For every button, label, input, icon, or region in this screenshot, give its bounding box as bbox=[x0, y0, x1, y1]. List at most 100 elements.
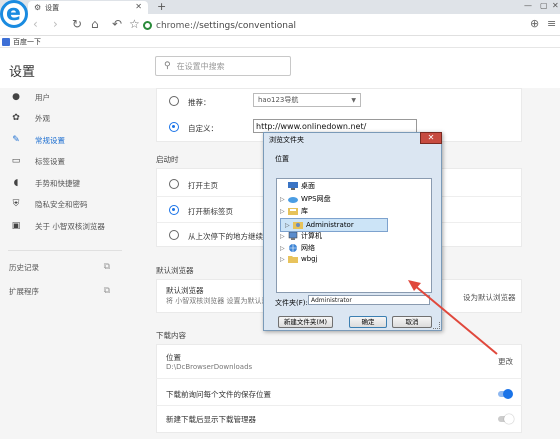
arrow-line bbox=[413, 284, 498, 355]
tree-item-label: 库 bbox=[301, 207, 308, 215]
expand-icon[interactable]: ▷ bbox=[280, 256, 288, 263]
show-download-manager-toggle[interactable] bbox=[498, 414, 514, 424]
startup-option-label: 打开主页 bbox=[188, 181, 218, 190]
expand-icon[interactable]: ▷ bbox=[280, 245, 288, 252]
tree-item-label: wbgj bbox=[301, 255, 318, 263]
tree-item-library[interactable]: ▷ 库 bbox=[280, 206, 308, 216]
ask-save-location-toggle[interactable] bbox=[498, 389, 513, 399]
browser-logo-icon: e bbox=[0, 0, 28, 28]
divider bbox=[156, 405, 522, 406]
sidebar-item-about[interactable]: ▣ 关于 小智双核浏览器 bbox=[0, 216, 130, 236]
sidebar-item-privacy[interactable]: ⛨ 隐私安全和密码 bbox=[0, 194, 130, 214]
tree-item-computer[interactable]: ▷ 计算机 bbox=[280, 231, 322, 241]
mouse-icon: ◖ bbox=[13, 178, 19, 188]
tree-item-desktop[interactable]: 桌面 bbox=[280, 181, 315, 191]
sidebar-item-appearance[interactable]: ✿ 外观 bbox=[0, 108, 130, 128]
expand-icon[interactable]: ▷ bbox=[280, 208, 288, 215]
radio-recommend[interactable] bbox=[169, 96, 179, 106]
dialog-title: 浏览文件夹 bbox=[269, 136, 304, 144]
divider bbox=[156, 378, 522, 379]
baidu-icon bbox=[2, 37, 10, 46]
sidebar-item-general[interactable]: ✎ 常规设置 bbox=[0, 130, 130, 150]
tree-item-wbgj[interactable]: ▷ wbgj bbox=[280, 255, 318, 263]
expand-icon[interactable]: ▷ bbox=[285, 222, 293, 229]
close-tab-icon[interactable]: ✕ bbox=[135, 2, 142, 11]
startup-section-label: 启动时 bbox=[156, 155, 179, 164]
tab-title: 设置 bbox=[45, 3, 60, 12]
startup-option-label: 从上次停下的地方继续 bbox=[188, 232, 263, 241]
radio-open-home[interactable] bbox=[169, 179, 179, 189]
back-icon[interactable]: ‹ bbox=[33, 17, 38, 31]
tree-item-label: WPS网盘 bbox=[301, 195, 331, 203]
sidebar-item-label: 关于 小智双核浏览器 bbox=[35, 221, 105, 231]
startup-option-label: 打开新标签页 bbox=[188, 207, 233, 216]
wrench-icon: ✎ bbox=[12, 135, 20, 145]
url-path: settings/conventional bbox=[199, 20, 296, 31]
external-link-icon: ⧉ bbox=[103, 286, 110, 296]
expand-icon[interactable]: ▷ bbox=[280, 196, 288, 203]
minimize-icon[interactable]: — bbox=[524, 1, 532, 10]
toggle-knob bbox=[503, 389, 513, 399]
radio-continue[interactable] bbox=[169, 230, 179, 240]
reload-icon[interactable]: ↻ bbox=[72, 17, 82, 31]
new-tab-button[interactable]: + bbox=[157, 0, 166, 13]
search-icon: ⚲ bbox=[164, 61, 171, 71]
default-browser-title: 默认浏览器 bbox=[166, 286, 204, 295]
menu-icon[interactable]: ≡ bbox=[547, 17, 556, 30]
tab-settings[interactable]: ⚙ 设置 ✕ bbox=[28, 1, 148, 14]
palette-icon: ✿ bbox=[12, 113, 20, 123]
tree-item-label: Administrator bbox=[306, 221, 354, 229]
external-link-icon: ⧉ bbox=[103, 262, 110, 272]
sidebar-link-history[interactable]: 历史记录 ⧉ bbox=[0, 257, 130, 277]
tree-item-label: 桌面 bbox=[301, 182, 315, 190]
annotation-arrow bbox=[408, 280, 498, 355]
tree-item-administrator[interactable]: ▷ Administrator bbox=[280, 218, 388, 232]
expand-icon[interactable]: ▷ bbox=[280, 233, 288, 240]
toggle-knob bbox=[504, 414, 514, 424]
bookmarks-bar: 百度一下 bbox=[0, 36, 560, 48]
radio-custom[interactable] bbox=[169, 122, 179, 132]
undo-icon[interactable]: ↶ bbox=[112, 17, 122, 31]
sidebar-item-label: 历史记录 bbox=[9, 262, 39, 272]
default-browser-section-label: 默认浏览器 bbox=[156, 266, 194, 275]
home-icon[interactable]: ⌂ bbox=[91, 17, 99, 31]
cloud-drive-icon bbox=[288, 197, 298, 203]
tree-item-network[interactable]: ▷ 网络 bbox=[280, 243, 315, 253]
tree-item-label: 网络 bbox=[301, 244, 315, 252]
bookmark-baidu[interactable]: 百度一下 bbox=[13, 37, 41, 47]
person-icon: ● bbox=[12, 92, 20, 102]
bookmark-star-icon[interactable]: ☆ bbox=[129, 17, 140, 31]
tree-item-wps[interactable]: ▷ WPS网盘 bbox=[280, 194, 331, 204]
maximize-icon[interactable]: ▢ bbox=[540, 1, 548, 10]
download-location-label: 位置 bbox=[166, 353, 181, 362]
sidebar-item-label: 隐私安全和密码 bbox=[35, 199, 88, 209]
desktop-icon bbox=[288, 182, 298, 190]
forward-icon[interactable]: › bbox=[53, 17, 58, 31]
custom-url-input[interactable]: http://www.onlinedown.net/ bbox=[253, 119, 417, 133]
extensions-icon[interactable]: ⊕ bbox=[530, 17, 539, 30]
ok-button[interactable]: 确定 bbox=[349, 316, 387, 328]
tree-item-label: 计算机 bbox=[301, 232, 322, 240]
network-icon bbox=[289, 244, 297, 252]
sidebar-item-gestures[interactable]: ◖ 手势和快捷键 bbox=[0, 173, 130, 193]
settings-search-input[interactable]: ⚲ 在设置中搜索 bbox=[155, 56, 291, 76]
dialog-close-button[interactable]: ✕ bbox=[420, 132, 442, 144]
recommend-select[interactable]: hao123导航 ▼ bbox=[253, 93, 361, 107]
sidebar-link-extensions[interactable]: 扩展程序 ⧉ bbox=[0, 281, 130, 301]
sidebar-item-user[interactable]: ● 用户 bbox=[0, 87, 130, 107]
folder-name-label: 文件夹(F): bbox=[275, 299, 308, 307]
site-icon bbox=[143, 21, 152, 30]
library-icon bbox=[288, 208, 298, 215]
address-bar[interactable]: chrome://settings/conventional bbox=[143, 17, 443, 34]
search-placeholder: 在设置中搜索 bbox=[176, 61, 225, 71]
recommend-label: 推荐： bbox=[188, 98, 211, 107]
new-folder-button[interactable]: 新建文件夹(M) bbox=[278, 316, 333, 328]
radio-new-tab[interactable] bbox=[169, 205, 179, 215]
computer-icon bbox=[288, 232, 298, 240]
chevron-down-icon: ▼ bbox=[351, 96, 356, 104]
sidebar-item-label: 用户 bbox=[35, 92, 50, 102]
default-browser-desc: 将 小智双核浏览器 设置为默认浏览 bbox=[166, 297, 276, 305]
close-window-icon[interactable]: ✕ bbox=[552, 1, 559, 10]
sidebar-item-label: 扩展程序 bbox=[9, 286, 39, 296]
sidebar-item-tabs[interactable]: ▭ 标签设置 bbox=[0, 151, 130, 171]
